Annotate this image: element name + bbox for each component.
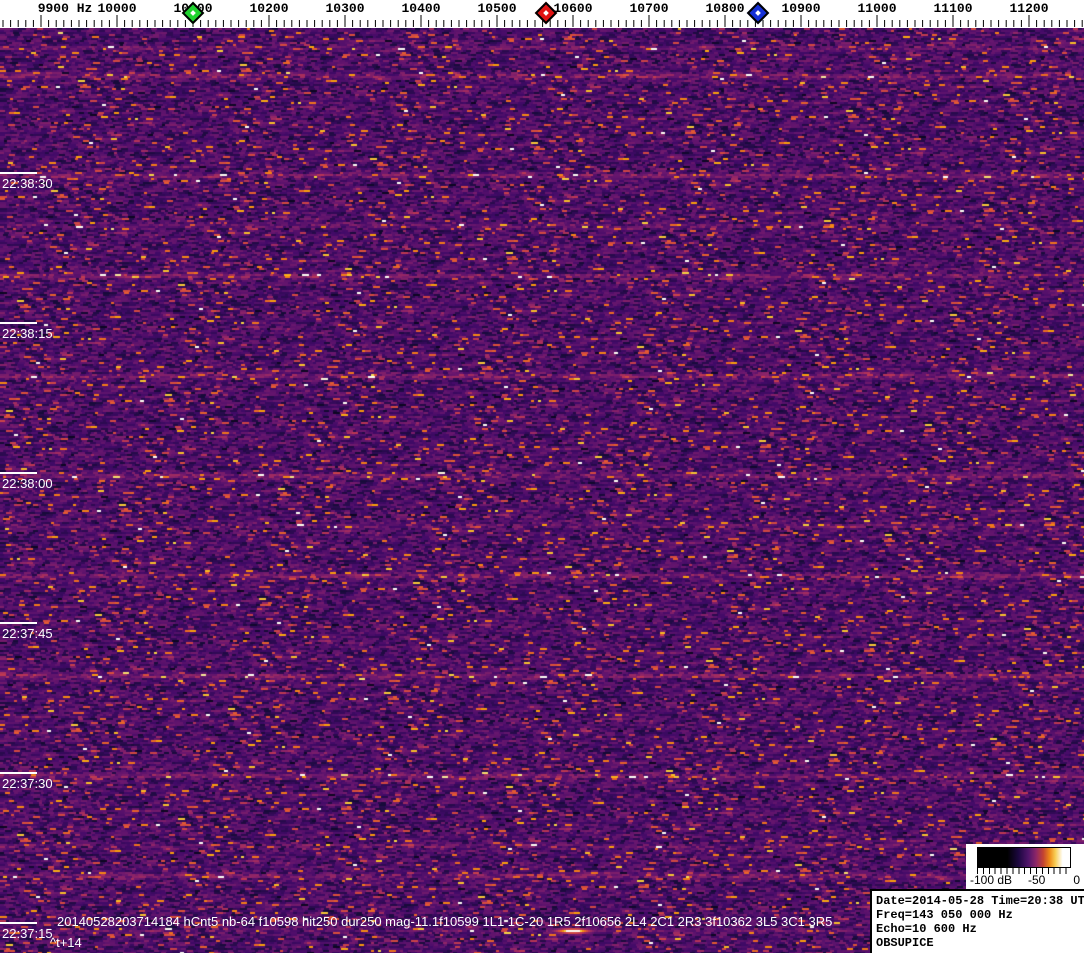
frequency-ruler[interactable]: 9900 Hz100001010010200103001040010500106… [0,0,1084,28]
ruler-frequency-label: 11200 [1009,1,1049,16]
time-label: 22:38:00 [2,476,53,491]
marker-center-dot [754,10,761,16]
ruler-frequency-label: 10200 [249,1,289,16]
legend-label-max: 0 [1073,873,1080,887]
time-label: 22:37:30 [2,776,53,791]
ruler-frequency-label: 11000 [857,1,897,16]
ruler-frequency-label: 10400 [401,1,441,16]
marker-center-dot [543,10,550,16]
ruler-frequency-label: 10700 [629,1,669,16]
legend-labels: -100 dB -50 0 [966,873,1084,889]
time-tick-line [0,622,37,624]
time-label: 22:37:15 [2,926,53,941]
time-cursor-label: ^t+14 [50,935,82,950]
time-tick-line [0,172,37,174]
spectrogram-canvas[interactable] [0,28,1084,953]
ruler-frequency-label: 9900 Hz [37,1,93,16]
time-tick-line [0,322,37,324]
info-date-time: Date=2014-05-28 Time=20:38 UTC [876,894,1084,908]
legend-label-min: -100 dB [970,873,1013,887]
time-label: 22:37:45 [2,626,53,641]
color-gradient-bar [977,847,1071,868]
color-scale-legend: -100 dB -50 0 [966,844,1084,890]
info-frequency: Freq=143 050 000 Hz [876,908,1013,922]
time-tick-line [0,922,37,924]
time-tick-line [0,772,37,774]
info-station: OBSUPICE [876,936,934,950]
ruler-frequency-label: 10600 [553,1,593,16]
observation-info-box: Date=2014-05-28 Time=20:38 UTC Freq=143 … [870,889,1084,953]
marker-center-dot [190,10,196,16]
legend-label-mid: -50 [1028,873,1046,887]
info-echo: Echo=10 600 Hz [876,922,977,936]
time-label: 22:38:15 [2,326,53,341]
ruler-frequency-label: 11100 [933,1,973,16]
spectrogram-app-window: 9900 Hz100001010010200103001040010500106… [0,0,1084,953]
detection-log-text: 20140528203714184 hCnt5 nb-64 f10598 hit… [57,914,833,929]
ruler-frequency-label: 10800 [705,1,745,16]
time-label: 22:38:30 [2,176,53,191]
ruler-frequency-label: 10500 [477,1,517,16]
waterfall-display: 22:38:30 22:38:15 22:38:00 22:37:45 22:37:30… [0,28,1084,953]
ruler-frequency-label: 10900 [781,1,821,16]
ruler-frequency-label: 10300 [325,1,365,16]
ruler-frequency-label: 10000 [97,1,137,16]
time-tick-line [0,472,37,474]
